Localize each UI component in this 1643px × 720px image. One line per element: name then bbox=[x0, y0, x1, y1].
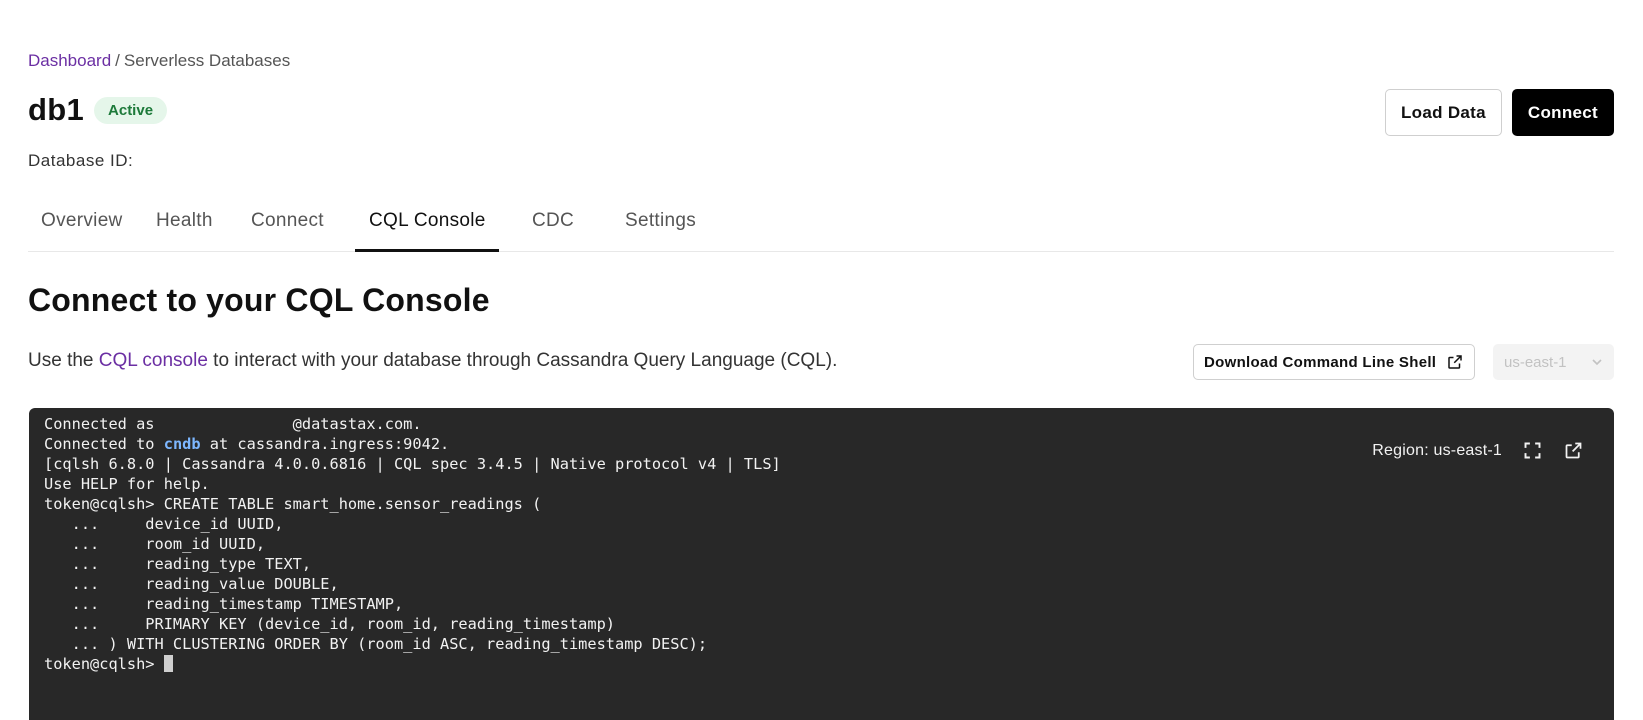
breadcrumb-dashboard-link[interactable]: Dashboard bbox=[28, 51, 111, 70]
chevron-down-icon bbox=[1592, 359, 1602, 366]
connect-button[interactable]: Connect bbox=[1511, 89, 1614, 136]
breadcrumb: Dashboard / Serverless Databases bbox=[28, 51, 290, 71]
console-line: ... ) WITH CLUSTERING ORDER BY (room_id … bbox=[44, 635, 708, 653]
download-command-line-shell-button[interactable]: Download Command Line Shell bbox=[1193, 344, 1476, 380]
tab-connect[interactable]: Connect bbox=[251, 210, 324, 232]
external-link-icon bbox=[1448, 355, 1463, 369]
text-cursor bbox=[163, 655, 173, 672]
console-line: ... reading_timestamp TIMESTAMP, bbox=[44, 595, 404, 613]
load-data-button[interactable]: Load Data bbox=[1385, 89, 1502, 136]
region-select-value: us-east-1 bbox=[1504, 353, 1567, 371]
region-select[interactable]: us-east-1 bbox=[1493, 344, 1614, 380]
console-prompt-line[interactable]: token@cqlsh> bbox=[44, 654, 781, 674]
console-prompt: token@cqlsh> bbox=[44, 655, 164, 673]
console-line: ... reading_type TEXT, bbox=[44, 555, 312, 573]
page-title: db1 bbox=[28, 92, 85, 127]
tab-overview[interactable]: Overview bbox=[41, 210, 123, 232]
section-title: Connect to your CQL Console bbox=[28, 282, 490, 318]
status-badge: Active bbox=[94, 96, 168, 124]
tab-settings[interactable]: Settings bbox=[625, 210, 696, 232]
console-line: ... reading_value DOUBLE, bbox=[44, 575, 339, 593]
breadcrumb-current: Serverless Databases bbox=[123, 51, 291, 70]
console-line: Connected to cndb at cassandra.ingress:9… bbox=[44, 434, 781, 454]
database-title-row: db1 Active bbox=[28, 92, 168, 128]
console-line: ... PRIMARY KEY (device_id, room_id, rea… bbox=[44, 615, 615, 633]
download-button-label: Download Command Line Shell bbox=[1204, 353, 1437, 371]
active-tab-indicator bbox=[355, 249, 499, 252]
tab-cql-console[interactable]: CQL Console bbox=[369, 210, 486, 232]
tab-cdc[interactable]: CDC bbox=[532, 210, 574, 232]
console-line: [cqlsh 6.8.0 | Cassandra 4.0.0.6816 | CQ… bbox=[44, 455, 781, 473]
console-line: Connected as @datastax.com. bbox=[44, 415, 422, 433]
console-line: ... device_id UUID, bbox=[44, 515, 284, 533]
external-link-icon[interactable] bbox=[1563, 440, 1584, 461]
tab-health[interactable]: Health bbox=[156, 210, 213, 232]
intro-prefix: Use the bbox=[28, 350, 99, 371]
header-actions: Load Data Connect bbox=[1385, 89, 1614, 136]
console-keyword: cndb bbox=[163, 435, 201, 453]
console-output: Connected as @datastax.com. Connected to … bbox=[44, 414, 781, 674]
cql-console-terminal[interactable]: Connected as @datastax.com. Connected to … bbox=[29, 408, 1614, 720]
console-region-label: Region: us-east-1 bbox=[1372, 441, 1502, 459]
console-line: ... room_id UUID, bbox=[44, 535, 266, 553]
console-text: Connected to bbox=[44, 435, 164, 453]
intro-text: Use the CQL console to interact with you… bbox=[28, 350, 837, 372]
console-line: token@cqlsh> CREATE TABLE smart_home.sen… bbox=[44, 495, 542, 513]
tab-bar: Overview Health Connect CQL Console CDC … bbox=[28, 196, 1614, 252]
fullscreen-icon[interactable] bbox=[1522, 440, 1543, 461]
database-id-label: Database ID: bbox=[28, 151, 134, 170]
console-toolbar: Region: us-east-1 bbox=[1372, 440, 1584, 461]
breadcrumb-separator: / bbox=[115, 51, 120, 70]
cql-console-link[interactable]: CQL console bbox=[99, 350, 208, 371]
intro-suffix: to interact with your database through C… bbox=[207, 350, 838, 371]
console-line: Use HELP for help. bbox=[44, 475, 210, 493]
console-text: at cassandra.ingress:9042. bbox=[200, 435, 450, 453]
